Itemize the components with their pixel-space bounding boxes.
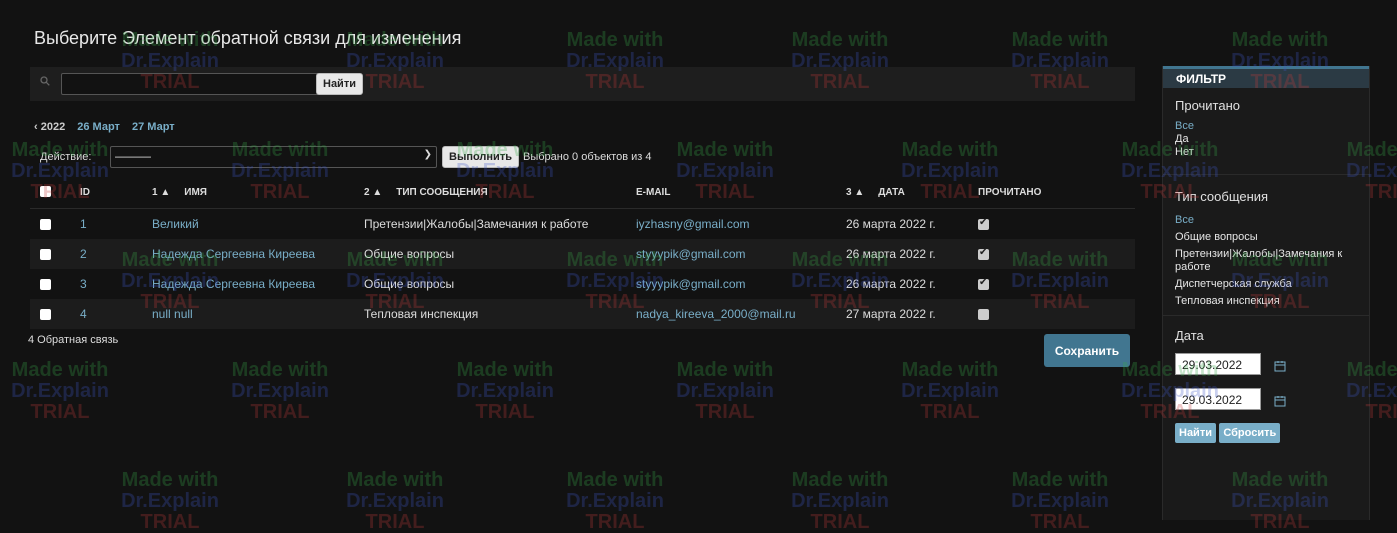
filter-date-section: Дата 29.03.2022 29.03.2022 Найти Сбросит… (1163, 316, 1369, 443)
column-header-date[interactable]: 3 ▲ ДАТА (840, 176, 972, 209)
filter-type-section: Тип сообщения Все Общие вопросы Претензи… (1163, 175, 1369, 315)
table-row: 3 Надежда Сергеевна Киреева Общие вопросы s… (30, 269, 1135, 299)
save-button[interactable]: Сохранить (1044, 334, 1130, 367)
row-select-checkbox[interactable] (40, 249, 51, 261)
date-hierarchy-item[interactable]: 27 Март (132, 121, 175, 133)
watermark: Made withDr.ExplainTRIAL (231, 359, 329, 423)
filter-read-title: Прочитано (1175, 98, 1240, 113)
row-date: 26 марта 2022 г. (846, 247, 936, 261)
row-date: 27 марта 2022 г. (846, 307, 936, 321)
row-email-link[interactable]: iyzhasny@gmail.com (636, 217, 750, 231)
filter-read-option[interactable]: Все (1175, 120, 1357, 133)
table-row: 1 Великий Претензии|Жалобы|Замечания к раб… (30, 208, 1135, 239)
sort-asc-icon: 1 ▲ (152, 186, 171, 198)
filter-date-reset-button[interactable]: Сбросить (1219, 423, 1281, 443)
filter-date-title: Дата (1175, 328, 1204, 343)
row-name-link[interactable]: null null (152, 307, 193, 321)
row-email-link[interactable]: styyypik@gmail.com (636, 277, 746, 291)
filter-read-section: Прочитано Все Да Нет (1163, 88, 1369, 174)
filter-type-option[interactable]: Все (1175, 214, 1357, 227)
actions-bar: Действие: ——— ❯ Выполнить Выбрано 0 объе… (30, 146, 1135, 168)
action-select-value: ——— (115, 149, 151, 163)
date-hierarchy-item[interactable]: 26 Март (77, 121, 120, 133)
calendar-icon[interactable] (1274, 395, 1286, 407)
watermark: Made withDr.ExplainTRIAL (1011, 469, 1109, 533)
row-name-link[interactable]: Надежда Сергеевна Киреева (152, 277, 315, 291)
read-status-checkbox (978, 247, 989, 261)
read-status-checkbox (978, 277, 989, 291)
row-id-link[interactable]: 3 (80, 277, 87, 291)
filter-read-option[interactable]: Нет (1175, 146, 1357, 159)
watermark: Made withDr.ExplainTRIAL (791, 469, 889, 533)
search-button[interactable]: Найти (316, 73, 363, 95)
row-date: 26 марта 2022 г. (846, 277, 936, 291)
column-header-type[interactable]: 2 ▲ ТИП СООБЩЕНИЯ (358, 176, 630, 209)
column-header-read[interactable]: ПРОЧИТАНО (972, 176, 1135, 209)
search-toolbar: Найти (30, 67, 1135, 101)
column-header-id[interactable]: ID (74, 176, 146, 209)
filter-panel: ФИЛЬТР Прочитано Все Да Нет Тип сообщени… (1162, 66, 1370, 520)
row-email-link[interactable]: nadya_kireeva_2000@mail.ru (636, 307, 796, 321)
read-status-checkbox (978, 309, 989, 321)
row-type: Тепловая инспекция (364, 307, 479, 321)
filter-type-option[interactable]: Претензии|Жалобы|Замечания к работе (1175, 248, 1357, 274)
watermark: Made withDr.ExplainTRIAL (901, 359, 999, 423)
sort-asc-icon: 2 ▲ (364, 186, 383, 198)
run-action-button[interactable]: Выполнить (442, 146, 519, 168)
watermark: Made withDr.ExplainTRIAL (346, 469, 444, 533)
row-id-link[interactable]: 4 (80, 307, 87, 321)
search-input[interactable] (61, 73, 319, 95)
filter-date-search-button[interactable]: Найти (1175, 423, 1216, 443)
watermark: Made withDr.ExplainTRIAL (121, 469, 219, 533)
watermark: Made withDr.ExplainTRIAL (676, 359, 774, 423)
search-icon (40, 76, 50, 86)
watermark: Made withDr.ExplainTRIAL (11, 359, 109, 423)
row-select-checkbox[interactable] (40, 309, 51, 321)
results-table: ID 1 ▲ ИМЯ 2 ▲ ТИП СООБЩЕНИЯ E-MAIL 3 ▲ ДАТ… (30, 176, 1135, 329)
row-id-link[interactable]: 2 (80, 247, 87, 261)
column-header-email[interactable]: E-MAIL (630, 176, 840, 209)
filter-type-option[interactable]: Тепловая инспекция (1175, 295, 1357, 308)
select-all-checkbox[interactable] (40, 186, 51, 198)
filter-read-option[interactable]: Да (1175, 133, 1357, 146)
row-name-link[interactable]: Великий (152, 217, 199, 231)
filter-type-option[interactable]: Общие вопросы (1175, 231, 1357, 244)
date-hierarchy: ‹ 2022 26 Март 27 Март (34, 121, 175, 133)
calendar-icon[interactable] (1274, 360, 1286, 372)
column-header-name[interactable]: 1 ▲ ИМЯ (146, 176, 358, 209)
action-label: Действие: (40, 151, 92, 163)
row-type: Общие вопросы (364, 247, 455, 261)
filter-title: ФИЛЬТР (1163, 66, 1369, 88)
watermark: Made withDr.ExplainTRIAL (456, 359, 554, 423)
chevron-down-icon: ❯ (423, 149, 432, 160)
page-title: Выберите Элемент обратной связи для изме… (34, 28, 462, 48)
filter-type-title: Тип сообщения (1175, 189, 1269, 204)
row-select-checkbox[interactable] (40, 219, 51, 231)
row-type: Претензии|Жалобы|Замечания к работе (364, 217, 589, 231)
date-from-input[interactable]: 29.03.2022 (1175, 353, 1261, 375)
row-id-link[interactable]: 1 (80, 217, 87, 231)
table-row: 4 null null Тепловая инспекция nadya_kireev… (30, 299, 1135, 329)
table-row: 2 Надежда Сергеевна Киреева Общие вопросы s… (30, 239, 1135, 269)
row-select-checkbox[interactable] (40, 279, 51, 291)
watermark: Made withDr.ExplainTRIAL (566, 469, 664, 533)
paginator: 4 Обратная связь (28, 334, 119, 346)
action-select[interactable]: ——— ❯ (110, 146, 437, 168)
row-date: 26 марта 2022 г. (846, 217, 936, 231)
row-email-link[interactable]: styyypik@gmail.com (636, 247, 746, 261)
sort-asc-icon: 3 ▲ (846, 186, 865, 198)
date-hierarchy-back[interactable]: ‹ 2022 (34, 121, 65, 133)
selection-counter: Выбрано 0 объектов из 4 (523, 151, 652, 163)
filter-type-option[interactable]: Диспетчерская служба (1175, 278, 1357, 291)
read-status-checkbox (978, 217, 989, 231)
date-to-input[interactable]: 29.03.2022 (1175, 388, 1261, 410)
row-name-link[interactable]: Надежда Сергеевна Киреева (152, 247, 315, 261)
row-type: Общие вопросы (364, 277, 455, 291)
